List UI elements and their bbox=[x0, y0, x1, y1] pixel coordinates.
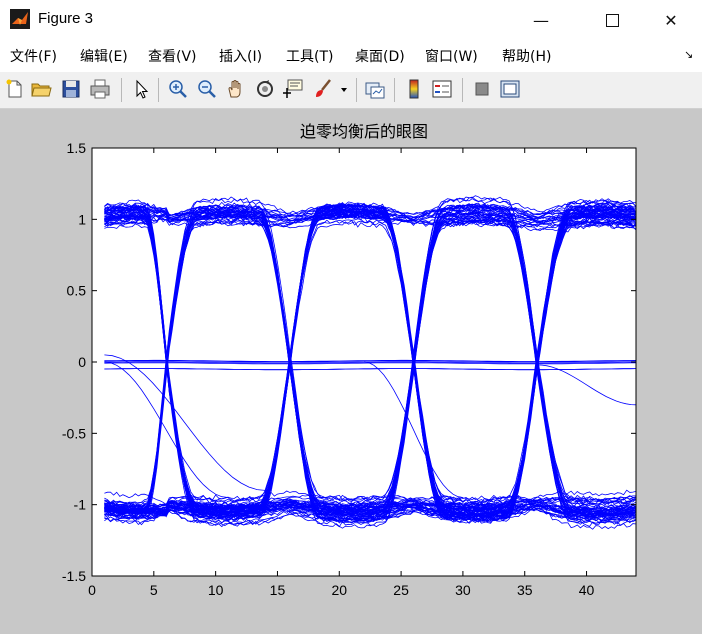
x-tick-label: 35 bbox=[517, 582, 533, 598]
x-tick-label: 5 bbox=[150, 582, 158, 598]
eye-diagram-plot: 0 5 10 15 20 25 30 35 40 -1.5 -1 -0.5 0 0.5 1 1.5 bbox=[62, 140, 637, 598]
x-tick-label: 25 bbox=[393, 582, 409, 598]
y-tick-label: 1 bbox=[78, 211, 86, 227]
y-tick-label: 0.5 bbox=[67, 283, 87, 299]
y-tick-label: 0 bbox=[78, 354, 86, 370]
y-tick-label: -1.5 bbox=[62, 568, 86, 584]
figure-window: Figure 3 — ✕ 文件(F) 编辑(E) 查看(V) 插入(I) 工具(… bbox=[0, 0, 702, 634]
x-tick-label: 15 bbox=[270, 582, 286, 598]
x-tick-label: 10 bbox=[208, 582, 224, 598]
x-tick-label: 0 bbox=[88, 582, 96, 598]
y-tick-label: 1.5 bbox=[67, 140, 87, 156]
y-tick-label: -1 bbox=[74, 497, 87, 513]
x-tick-label: 30 bbox=[455, 582, 471, 598]
x-tick-label: 20 bbox=[331, 582, 347, 598]
y-tick-label: -0.5 bbox=[62, 425, 86, 441]
x-tick-label: 40 bbox=[579, 582, 595, 598]
